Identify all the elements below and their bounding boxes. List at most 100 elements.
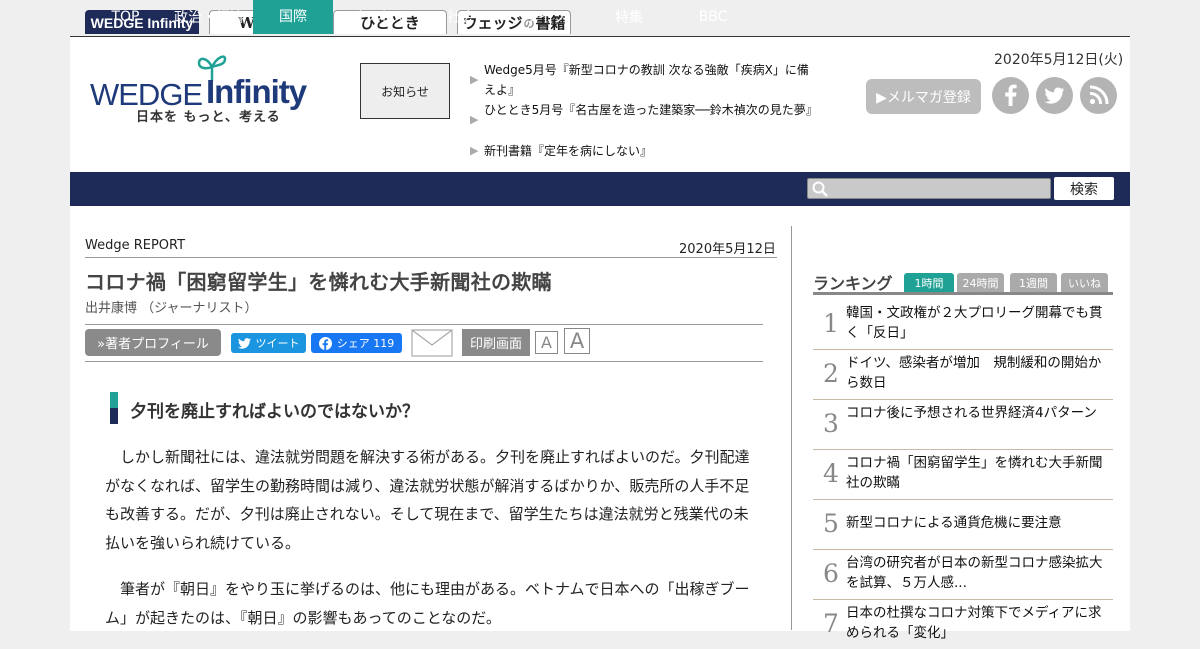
- twitter-icon[interactable]: [1036, 77, 1073, 114]
- divider: [85, 257, 777, 258]
- font-small-label: A: [541, 333, 552, 352]
- ranking-number: 2: [823, 359, 839, 388]
- notice-label: お知らせ: [381, 84, 429, 99]
- font-size-large-button[interactable]: A: [564, 328, 590, 354]
- ranking-number: 4: [823, 459, 839, 488]
- ranking-item[interactable]: 5 新型コロナによる通貨危機に要注意: [813, 499, 1113, 550]
- ranking-item[interactable]: 3 コロナ後に予想される世界経済4パターン: [813, 399, 1113, 450]
- print-label: 印刷画面: [469, 337, 522, 352]
- notice-box: お知らせ: [360, 63, 450, 119]
- ranking-item[interactable]: 7 日本の杜撰なコロナ対策下でメディアに求められる「変化」: [813, 599, 1113, 649]
- nav-top-label: TOP: [111, 9, 140, 25]
- ranking-item[interactable]: 1 韓国・文政権が２大プロリーグ開幕でも貫く「反日」: [813, 299, 1113, 350]
- article-subheading: 夕刊を廃止すればよいのではないか？: [130, 402, 419, 422]
- divider: [85, 361, 763, 362]
- nav-politics-economy[interactable]: 政治・経済: [170, 0, 248, 34]
- logo-tagline: 日本を もっと、考える: [136, 110, 281, 125]
- ranking-text: 台湾の研究者が日本の新型コロナ感染拡大を試算、５万人感...: [846, 555, 1103, 591]
- newsletter-button-label: ▶メルマガ登録: [876, 89, 971, 106]
- news-item[interactable]: ▶ ひととき5月号『名古屋を造った建築家──鈴木禎次の見た夢』: [470, 100, 818, 126]
- nav-top[interactable]: TOP: [98, 0, 153, 34]
- rss-glyph-icon: [1089, 85, 1109, 105]
- font-size-small-button[interactable]: A: [535, 331, 558, 354]
- search-button[interactable]: 検索: [1054, 177, 1114, 200]
- newsletter-button[interactable]: ▶メルマガ登録: [866, 79, 981, 114]
- divider: [85, 324, 763, 325]
- ranking-tab-likes[interactable]: いいね: [1061, 273, 1108, 292]
- nav-society[interactable]: 社会: [430, 0, 492, 34]
- rss-icon[interactable]: [1080, 77, 1117, 114]
- ranking-tab-label: 1時間: [914, 276, 944, 290]
- ranking-text: 新型コロナによる通貨危機に要注意: [846, 515, 1062, 531]
- author-profile-label: »著者プロフィール: [97, 337, 209, 352]
- ranking-title: ランキング: [813, 274, 893, 293]
- nav-business[interactable]: ビジネス: [340, 0, 414, 34]
- ranking-text: 韓国・文政権が２大プロリーグ開幕でも貫く「反日」: [846, 305, 1103, 341]
- news-item-text: 新刊書籍『定年を病にしない』: [484, 144, 653, 158]
- nav-feature-label: 特集: [615, 10, 643, 26]
- subheading-marker: [110, 392, 118, 408]
- search-button-label: 検索: [1070, 181, 1098, 198]
- twitter-icon: [237, 337, 251, 349]
- nav-bbc-label: BBC: [698, 9, 728, 25]
- nav-life[interactable]: ライフ: [510, 0, 580, 34]
- nav-business-label: ビジネス: [349, 10, 405, 26]
- ranking-tab-1w[interactable]: 1週間: [1010, 273, 1057, 292]
- nav-international[interactable]: 国際: [253, 0, 333, 34]
- ranking-tab-label: いいね: [1068, 276, 1101, 290]
- ranking-tab-label: 1週間: [1019, 276, 1048, 290]
- ranking-text: コロナ後に予想される世界経済4パターン: [846, 405, 1097, 421]
- triangle-right-icon: ▶: [470, 144, 479, 157]
- news-item-text: ひととき5月号『名古屋を造った建築家──鈴木禎次の見た夢』: [484, 103, 818, 117]
- ranking-underline: [813, 292, 1113, 295]
- article-author: 出井康博 （ジャーナリスト）: [85, 301, 258, 316]
- mail-icon[interactable]: [411, 329, 453, 357]
- facebook-icon: [318, 336, 332, 350]
- search-icon: [812, 181, 828, 197]
- article-paragraph: 筆者が『朝日』をやり玉に挙げるのは、他にも理由がある。ベトナムで日本への「出稼ぎ…: [105, 580, 750, 627]
- tweet-label: ツイート: [255, 337, 300, 350]
- facebook-icon[interactable]: [992, 77, 1029, 114]
- ranking-text: コロナ禍「困窮留学生」を憐れむ大手新聞社の欺瞞: [846, 455, 1103, 491]
- nav-international-label: 国際: [279, 8, 307, 25]
- column-divider: [791, 226, 792, 630]
- subheading-marker: [110, 408, 118, 424]
- article-paragraph: しかし新聞社には、違法就労問題を解決する術がある。夕刊を廃止すればよいのだ。夕刊…: [105, 448, 750, 552]
- nav-life-label: ライフ: [524, 10, 566, 26]
- ranking-number: 1: [823, 309, 839, 338]
- nav-bbc[interactable]: BBC: [683, 0, 743, 34]
- nav-politics-label: 政治・経済: [174, 10, 244, 26]
- facebook-glyph-icon: [1005, 84, 1017, 106]
- ranking-tab-24h[interactable]: 24時間: [957, 273, 1004, 292]
- ranking-item[interactable]: 6 台湾の研究者が日本の新型コロナ感染拡大を試算、５万人感...: [813, 549, 1113, 600]
- triangle-right-icon: ▶: [470, 113, 479, 126]
- facebook-share-button[interactable]: シェア 119: [311, 333, 402, 353]
- ranking-number: 6: [823, 559, 839, 588]
- nav-feature[interactable]: 特集: [598, 0, 660, 34]
- news-item-text: Wedge5月号『新型コロナの教訓 次なる強敵「疾病X」に備えよ』: [484, 63, 809, 97]
- print-button[interactable]: 印刷画面: [462, 329, 530, 356]
- ranking-number: 7: [823, 609, 839, 638]
- nav-society-label: 社会: [447, 10, 475, 26]
- font-large-label: A: [569, 329, 585, 353]
- triangle-right-icon: ▶: [470, 73, 479, 86]
- header-date: 2020年5月12日(火): [994, 52, 1124, 68]
- news-item[interactable]: ▶ 新刊書籍『定年を病にしない』: [470, 141, 815, 161]
- ranking-text: 日本の杜撰なコロナ対策下でメディアに求められる「変化」: [846, 605, 1102, 641]
- ranking-tab-label: 24時間: [962, 276, 999, 290]
- article-title: コロナ禍「困窮留学生」を憐れむ大手新聞社の欺瞞: [85, 270, 552, 294]
- share-label: シェア 119: [336, 337, 395, 350]
- ranking-number: 3: [823, 409, 839, 438]
- ranking-item[interactable]: 4 コロナ禍「困窮留学生」を憐れむ大手新聞社の欺瞞: [813, 449, 1113, 500]
- news-item[interactable]: ▶ Wedge5月号『新型コロナの教訓 次なる強敵「疾病X」に備えよ』: [470, 60, 815, 100]
- search-input[interactable]: [807, 178, 1051, 199]
- ranking-text: ドイツ、感染者が増加 規制緩和の開始から数日: [846, 355, 1102, 391]
- site-logo[interactable]: WEDGE Infinity 日本を もっと、考える: [90, 55, 320, 127]
- ranking-tab-1h[interactable]: 1時間: [904, 273, 954, 292]
- tweet-button[interactable]: ツイート: [231, 333, 306, 353]
- twitter-bird-icon: [1044, 87, 1064, 104]
- ranking-item[interactable]: 2 ドイツ、感染者が増加 規制緩和の開始から数日: [813, 349, 1113, 400]
- article-date: 2020年5月12日: [679, 242, 776, 257]
- article-category[interactable]: Wedge REPORT: [85, 238, 185, 253]
- author-profile-button[interactable]: »著者プロフィール: [85, 329, 221, 356]
